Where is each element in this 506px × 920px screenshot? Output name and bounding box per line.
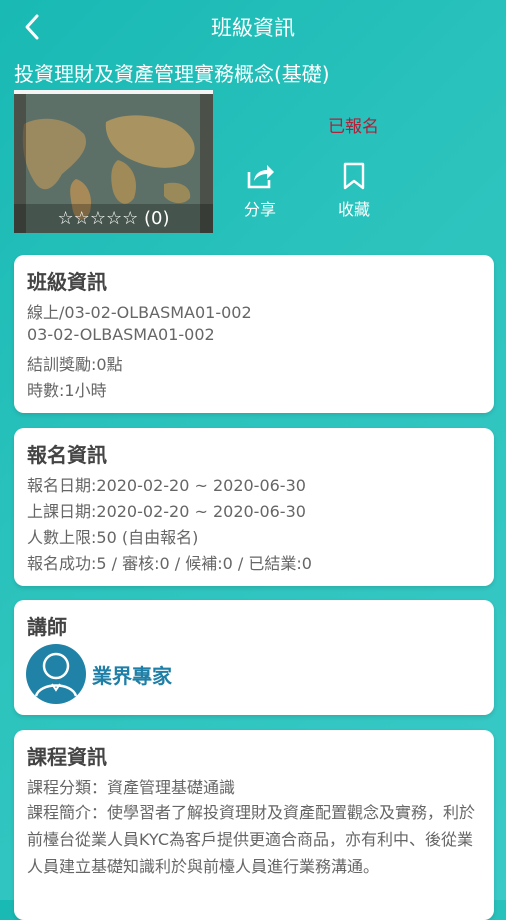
bookmark-icon bbox=[343, 162, 365, 190]
bookmark-button[interactable]: 收藏 bbox=[324, 162, 384, 220]
class-info-line: 03-02-OLBASMA01-002 bbox=[27, 325, 215, 344]
person-icon bbox=[34, 652, 78, 697]
rating-count: (0) bbox=[143, 208, 170, 229]
instructor-title: 講師 bbox=[27, 615, 67, 639]
instructor-name[interactable]: 業界專家 bbox=[92, 660, 172, 689]
course-description: 課程簡介：使學習者了解投資理財及資產配置觀念及實務，利於前檯台從業人員KYC為客… bbox=[27, 803, 476, 876]
status-badge: 已報名 bbox=[328, 117, 379, 137]
registration-title: 報名資訊 bbox=[27, 443, 107, 467]
course-thumbnail[interactable]: ☆☆☆☆☆ (0) bbox=[14, 90, 213, 233]
class-info-line: 結訓獎勵:0點 bbox=[27, 355, 123, 374]
share-icon bbox=[247, 165, 274, 189]
star-icon: ☆ bbox=[122, 208, 139, 229]
instructor-card: 講師 業界專家 bbox=[14, 600, 494, 715]
star-icon: ☆ bbox=[105, 208, 123, 229]
star-icon: ☆ bbox=[89, 208, 106, 229]
class-info-line: 時數:1小時 bbox=[27, 381, 107, 400]
bookmark-label: 收藏 bbox=[337, 200, 370, 219]
registration-line: 上課日期:2020-02-20 ~ 2020-06-30 bbox=[27, 502, 306, 521]
star-icon: ☆ bbox=[73, 208, 90, 229]
course-info-title: 課程資訊 bbox=[27, 745, 107, 769]
share-label: 分享 bbox=[243, 200, 276, 219]
star-icon: ☆ bbox=[57, 208, 74, 229]
registration-line: 報名日期:2020-02-20 ~ 2020-06-30 bbox=[27, 476, 306, 495]
registration-line: 報名成功:5 / 審核:0 / 候補:0 / 已結業:0 bbox=[27, 554, 312, 573]
share-button[interactable]: 分享 bbox=[230, 162, 290, 220]
course-info-card: 課程資訊 課程分類：資產管理基礎通識 課程簡介：使學習者了解投資理財及資產配置觀… bbox=[14, 730, 494, 920]
class-info-card: 班級資訊 線上/03-02-OLBASMA01-002 03-02-OLBASM… bbox=[14, 255, 494, 413]
rating: ☆☆☆☆☆ (0) bbox=[14, 208, 213, 229]
course-category: 課程分類：資產管理基礎通識 bbox=[27, 778, 236, 797]
registration-card: 報名資訊 報名日期:2020-02-20 ~ 2020-06-30 上課日期:2… bbox=[14, 428, 494, 586]
class-info-line: 線上/03-02-OLBASMA01-002 bbox=[27, 303, 252, 322]
avatar[interactable] bbox=[26, 644, 86, 704]
page-title: 班級資訊 bbox=[211, 16, 295, 40]
course-title: 投資理財及資產管理實務概念(基礎) bbox=[14, 62, 330, 86]
registration-line: 人數上限:50 (自由報名) bbox=[27, 528, 199, 547]
class-info-title: 班級資訊 bbox=[27, 270, 107, 294]
top-bar: 班級資訊 bbox=[0, 0, 506, 56]
